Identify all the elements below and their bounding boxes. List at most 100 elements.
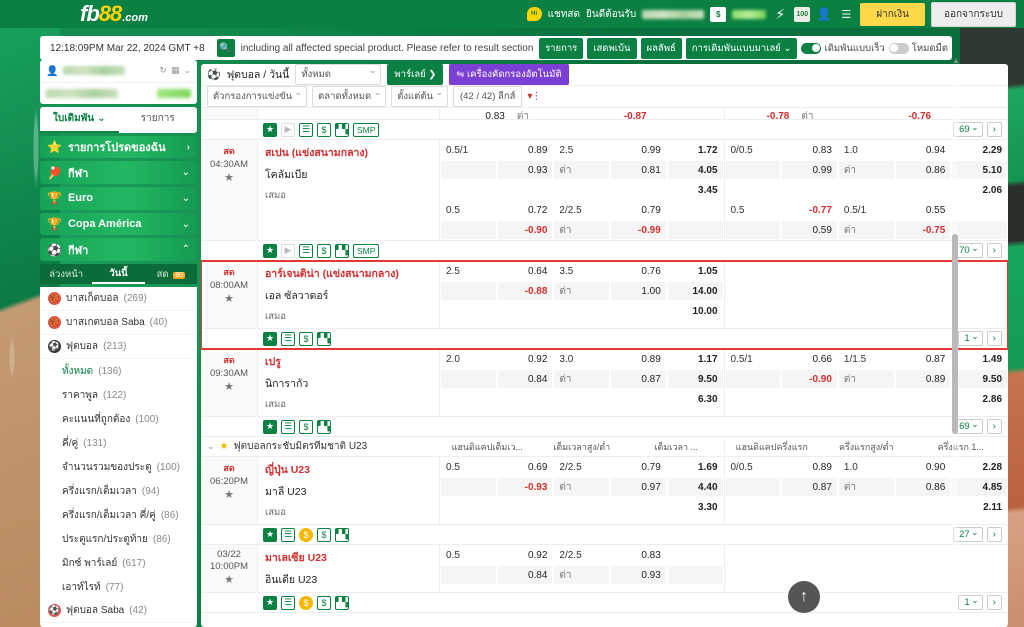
play-icon[interactable]: ▶	[281, 123, 295, 137]
star-icon[interactable]: ★	[263, 123, 277, 137]
chart-icon[interactable]: ▘▚	[335, 123, 349, 137]
cash-icon[interactable]: $	[299, 420, 313, 434]
odds-cell[interactable]: 1.00	[611, 282, 666, 300]
sort-icon[interactable]: ▾⋮	[527, 91, 540, 102]
sidebar-item-sports-1[interactable]: 🏓 กีฬา ⌄	[40, 161, 197, 184]
star-icon[interactable]: ★	[263, 244, 277, 258]
sidebar-item-first-last-goal[interactable]: ประตูแรก/ประตูท้าย (86)	[40, 527, 197, 551]
odds-cell[interactable]: 0.79	[611, 458, 666, 476]
cash-icon[interactable]: $	[317, 244, 331, 258]
favorite-star-icon[interactable]: ★	[224, 292, 234, 305]
odds-cell[interactable]: 0.92	[498, 546, 553, 564]
next-page-button[interactable]: ›	[987, 243, 1002, 258]
odds-cell[interactable]: -0.88	[498, 282, 553, 300]
dark-mode-toggle[interactable]: โหมดมืด	[889, 41, 948, 56]
odds-cell[interactable]: 0.83	[611, 546, 666, 564]
odds-cell[interactable]: 0.89	[896, 370, 951, 388]
cash-icon[interactable]	[794, 7, 810, 22]
odds-cell[interactable]: 0.83	[782, 141, 837, 159]
odds-cell[interactable]: 0.94	[896, 141, 951, 159]
odds-cell[interactable]: -0.90	[498, 221, 553, 239]
cash-icon[interactable]: $	[299, 332, 313, 346]
stats-icon[interactable]: ☰	[299, 244, 313, 258]
odds-cell[interactable]: 0.87	[611, 370, 666, 388]
home-team[interactable]: เปรู	[265, 353, 432, 370]
stats-icon[interactable]: ☰	[281, 332, 295, 346]
refresh-icon[interactable]: ↻	[159, 65, 167, 76]
cash-icon[interactable]: $	[317, 123, 331, 137]
odds-cell[interactable]: 0.55	[896, 201, 951, 219]
odds-cell[interactable]: 4.40	[668, 478, 723, 496]
odds-cell[interactable]: 0.72	[498, 201, 553, 219]
chevron-down-icon[interactable]: ⌄	[183, 65, 191, 76]
chevron-down-icon[interactable]: ⌄	[207, 441, 215, 452]
odds-cell[interactable]: -0.77	[782, 201, 837, 219]
league-title-area[interactable]: ⌄ ★ ฟุตบอลกระชับมิตรทีมชาติ U23	[201, 439, 440, 454]
odds-cell[interactable]: -0.76	[867, 109, 936, 120]
account-tools[interactable]: ↻ ▦ ⌄	[159, 65, 191, 76]
sidebar-item-sports-2[interactable]: ⚽ กีฬา ⌃	[40, 238, 197, 261]
odds-cell[interactable]: -0.78	[726, 109, 795, 120]
chart-icon[interactable]: ▘▚	[317, 332, 331, 346]
sidebar-item-correct-score[interactable]: คะแนนที่ถูกต้อง (100)	[40, 407, 197, 431]
odds-cell[interactable]: 4.05	[668, 161, 723, 179]
odds-cell[interactable]: 3.45	[668, 181, 723, 199]
sidebar-item-ht-ft-odd-even[interactable]: ครึ่งแรก/เต็มเวลา คี่/คู่ (86)	[40, 503, 197, 527]
cash-icon[interactable]: $	[317, 528, 331, 542]
odds-cell[interactable]: 1.72	[668, 141, 723, 159]
odds-cell[interactable]: 0.89	[782, 458, 837, 476]
match-filter-select[interactable]: ตัวกรองการแข่งขัน	[207, 86, 307, 107]
odds-cell[interactable]: 0.66	[782, 350, 837, 368]
star-icon[interactable]: ★	[263, 596, 277, 610]
chart-icon[interactable]: ▘▚	[317, 420, 331, 434]
odds-cell[interactable]: 0.69	[498, 458, 553, 476]
stats-icon[interactable]: ☰	[299, 123, 313, 137]
tab-betslip[interactable]: ใบเดิมพัน ⌄	[40, 107, 119, 133]
bet-type-dropdown[interactable]: การเดิมพันแบบมาเลย์ ⌄	[686, 38, 798, 59]
chart-icon[interactable]: ▘▚	[335, 528, 349, 542]
sidebar-item-total-goals[interactable]: จำนวนรวมของประตู (100)	[40, 455, 197, 479]
odds-cell[interactable]: 0.89	[498, 141, 553, 159]
star-icon[interactable]: ★	[263, 528, 277, 542]
play-icon[interactable]: ▶	[281, 244, 295, 258]
stats-icon[interactable]: ☰	[281, 596, 295, 610]
odds-cell[interactable]: -0.93	[498, 478, 553, 496]
odds-cell[interactable]: 0.86	[896, 478, 951, 496]
odds-cell[interactable]: 3.30	[668, 498, 723, 516]
odds-cell[interactable]: 2.86	[952, 390, 1007, 408]
odds-cell[interactable]: 10.00	[668, 302, 723, 320]
odds-cell[interactable]: 0.76	[611, 262, 666, 280]
deposit-button[interactable]: ฝากเงิน	[860, 3, 925, 26]
sidebar-item-mix-parlay[interactable]: มิกซ์ พาร์เลย์ (617)	[40, 551, 197, 575]
odds-cell[interactable]: 1.05	[668, 262, 723, 280]
coin-icon[interactable]: $	[299, 528, 313, 542]
odds-cell[interactable]: 0.93	[498, 161, 553, 179]
sidebar-item-favorites[interactable]: ⭐ รายการโปรดของฉัน ›	[40, 136, 197, 159]
page-select[interactable]: 1	[958, 331, 982, 346]
odds-cell[interactable]: 0.81	[611, 161, 666, 179]
odds-cell[interactable]: -0.75	[896, 221, 951, 239]
chat-label[interactable]: แชทสด	[548, 7, 580, 22]
scrollbar-thumb[interactable]	[952, 234, 958, 434]
away-team[interactable]: นิการากัว	[265, 375, 432, 392]
home-team[interactable]: อาร์เจนติน่า (แข่งสนามกลาง)	[265, 265, 432, 282]
sidebar-item-basketball-saba[interactable]: 🏀 บาสเกตบอล Saba (40)	[40, 311, 197, 335]
sidebar-item-all[interactable]: ทั้งหมด (136)	[40, 359, 197, 383]
odds-cell[interactable]: 4.85	[952, 478, 1007, 496]
sidebar-item-copa-america[interactable]: 🏆 Copa América ⌄	[40, 213, 197, 236]
home-team[interactable]: มาเลเซีย U23	[265, 549, 432, 566]
chat-icon[interactable]	[527, 7, 542, 21]
parlay-button[interactable]: พาร์เลย์ ❯	[387, 64, 443, 85]
scroll-to-top-button[interactable]: ↑	[788, 581, 820, 613]
grid-icon[interactable]: ▦	[171, 65, 180, 76]
odds-cell[interactable]: 0.90	[896, 458, 951, 476]
smp-badge[interactable]: SMP	[353, 123, 379, 137]
statement-button[interactable]: เสดพเบ้น	[587, 38, 636, 59]
sidebar-item-ht-ft[interactable]: ครึ่งแรก/เต็มเวลา (94)	[40, 479, 197, 503]
odds-cell[interactable]: 0.97	[611, 478, 666, 496]
odds-cell[interactable]: 1.69	[668, 458, 723, 476]
next-page-button[interactable]: ›	[987, 419, 1002, 434]
page-select[interactable]: 1	[958, 595, 982, 610]
star-icon[interactable]: ★	[263, 332, 277, 346]
odds-cell[interactable]: 9.50	[952, 370, 1007, 388]
